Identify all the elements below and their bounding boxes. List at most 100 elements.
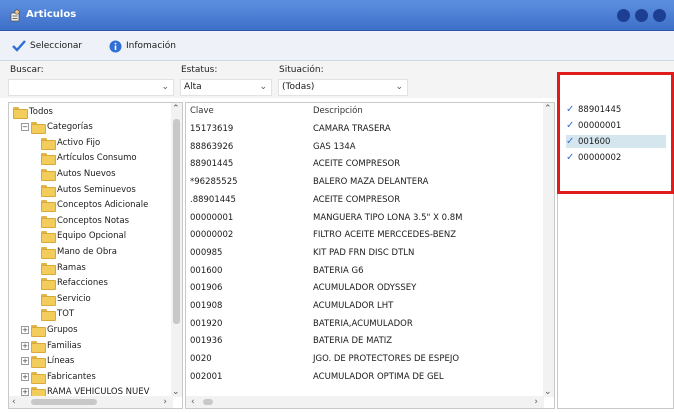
cell-descripcion: JGO. DE PROTECTORES DE ESPEJO (313, 354, 460, 365)
tree-item[interactable]: + Grupos (21, 323, 78, 337)
tree-vertical-thumb[interactable] (173, 119, 180, 324)
expand-icon[interactable]: + (21, 325, 29, 334)
folder-icon (31, 324, 46, 337)
grid-vertical-scrollbar[interactable]: ⌃ ⌄ (543, 103, 554, 397)
folder-icon (41, 215, 56, 228)
folder-icon (41, 246, 56, 259)
tree-vertical-scrollbar[interactable]: ⌃ ⌄ (171, 103, 182, 397)
table-row[interactable]: 15173619 CAMARA TRASERA (186, 121, 554, 137)
cell-clave: 002001 (190, 371, 223, 382)
table-row[interactable]: 001600 BATERIA G6 (186, 263, 554, 279)
tree-item[interactable]: Conceptos Notas (41, 214, 129, 228)
scroll-up-icon[interactable]: ⌃ (544, 104, 552, 114)
tree-item[interactable]: − Categorías (21, 121, 93, 135)
cell-descripcion: ACUMULADOR ODYSSEY (313, 283, 417, 294)
tree-item[interactable]: Autos Seminuevos (41, 183, 136, 197)
tree-item-label: Artículos Consumo (57, 153, 137, 164)
tree-item[interactable]: Mano de Obra (41, 245, 117, 259)
scroll-left-icon[interactable]: ‹ (12, 397, 16, 407)
person-list-icon (10, 9, 20, 22)
tree-horizontal-scrollbar[interactable]: ‹ › (9, 396, 173, 408)
cell-descripcion: KIT PAD FRN DISC DTLN (313, 247, 415, 258)
expand-icon[interactable]: + (21, 372, 29, 381)
cell-clave: 001908 (190, 301, 223, 311)
info-icon (109, 40, 122, 52)
folder-icon (31, 122, 46, 135)
tree-item[interactable]: Servicio (41, 292, 91, 306)
cell-descripcion: ACEITE COMPRESOR (313, 159, 401, 170)
table-row[interactable]: 001920 BATERIA,ACUMULADOR (186, 316, 554, 332)
maximize-button[interactable] (635, 9, 648, 22)
title-bar: Articulos (0, 0, 674, 31)
close-button[interactable] (653, 9, 666, 22)
table-row[interactable]: 000985 KIT PAD FRN DISC DTLN (186, 245, 554, 261)
table-row[interactable]: 00000002 FILTRO ACEITE MERCCEDES-BENZ (186, 227, 554, 243)
tree-item-label: Autos Nuevos (57, 168, 116, 179)
table-row[interactable]: 001908 ACUMULADOR LHT (186, 298, 554, 314)
tree-item-label: TOT (57, 309, 75, 320)
folder-icon (41, 262, 56, 275)
chevron-down-icon[interactable]: ⌄ (259, 80, 267, 95)
table-row[interactable]: 001906 ACUMULADOR ODYSSEY (186, 280, 554, 296)
column-header-descripcion[interactable]: Descripción (313, 106, 363, 116)
scroll-left-icon[interactable]: ‹ (191, 397, 195, 407)
grid-header: Clave Descripción (186, 103, 554, 119)
scroll-down-icon[interactable]: ⌄ (172, 387, 180, 397)
cell-descripcion: BATERIA DE MATIZ (313, 336, 393, 347)
expand-icon[interactable]: + (21, 357, 29, 366)
table-row[interactable]: .88901445 ACEITE COMPRESOR (186, 192, 554, 208)
grid-horizontal-scrollbar[interactable]: ‹ › (186, 396, 544, 408)
status-select[interactable]: Alta ⌄ (180, 79, 272, 96)
check-icon (12, 40, 26, 52)
folder-icon (41, 309, 56, 322)
tree-item[interactable]: + Fabricantes (21, 370, 96, 384)
tree-item[interactable]: TOT (41, 308, 75, 322)
minimize-button[interactable] (617, 9, 630, 22)
cell-clave: 88863926 (190, 141, 234, 152)
scroll-right-icon[interactable]: › (534, 397, 538, 407)
grid-horizontal-thumb[interactable] (203, 399, 213, 405)
tree-item[interactable]: Ramas (41, 261, 86, 275)
tree-item[interactable]: Autos Nuevos (41, 167, 116, 181)
tree-horizontal-thumb[interactable] (31, 399, 97, 405)
tree-item-label: Conceptos Adicionale (57, 200, 149, 211)
tree-item[interactable]: Todos (13, 105, 53, 119)
cell-descripcion: BATERIA G6 (313, 265, 364, 276)
table-row[interactable]: 0020 JGO. DE PROTECTORES DE ESPEJO (186, 351, 554, 367)
collapse-icon[interactable]: − (21, 123, 29, 132)
table-row[interactable]: 88863926 GAS 134A (186, 139, 554, 155)
status-label: Estatus: (181, 65, 218, 75)
tree-item[interactable]: Conceptos Adicionale (41, 199, 149, 213)
cell-clave: .88901445 (190, 194, 236, 205)
folder-icon (41, 200, 56, 213)
chevron-down-icon[interactable]: ⌄ (395, 80, 403, 95)
tree-item[interactable]: Artículos Consumo (41, 152, 137, 166)
tree-item[interactable]: + Familias (21, 339, 81, 353)
table-row[interactable]: 001936 BATERIA DE MATIZ (186, 333, 554, 349)
cell-clave: *96285525 (190, 177, 238, 188)
articles-grid[interactable]: Clave Descripción 15173619 CAMARA TRASERA… (185, 102, 555, 409)
chevron-down-icon[interactable]: ⌄ (161, 80, 169, 95)
category-tree[interactable]: Todos − Categorías Activo Fijo Artículos Con… (8, 102, 183, 409)
info-button[interactable]: Infomación (109, 38, 176, 54)
tree-item[interactable]: Activo Fijo (41, 136, 100, 150)
table-row[interactable]: 88901445 ACEITE COMPRESOR (186, 156, 554, 172)
highlight-box (557, 72, 674, 194)
table-row[interactable]: *96285525 BALERO MAZA DELANTERA (186, 174, 554, 190)
situation-select[interactable]: (Todas) ⌄ (278, 79, 408, 96)
expand-icon[interactable]: + (21, 341, 29, 350)
table-row[interactable]: 002001 ACUMULADOR OPTIMA DE GEL (186, 369, 554, 385)
tree-item[interactable]: Refacciones (41, 277, 108, 291)
scroll-down-icon[interactable]: ⌄ (544, 387, 552, 397)
search-label: Buscar: (10, 65, 44, 75)
select-button[interactable]: Seleccionar (12, 38, 82, 54)
folder-icon (41, 231, 56, 244)
folder-icon (41, 184, 56, 197)
tree-item[interactable]: Equipo Opcional (41, 230, 126, 244)
scroll-right-icon[interactable]: › (163, 397, 167, 407)
search-input[interactable]: ⌄ (8, 79, 174, 96)
column-header-clave[interactable]: Clave (190, 106, 214, 116)
tree-item[interactable]: + Líneas (21, 355, 74, 369)
table-row[interactable]: 00000001 MANGUERA TIPO LONA 3.5" X 0.8M (186, 210, 554, 226)
scroll-up-icon[interactable]: ⌃ (172, 104, 180, 114)
